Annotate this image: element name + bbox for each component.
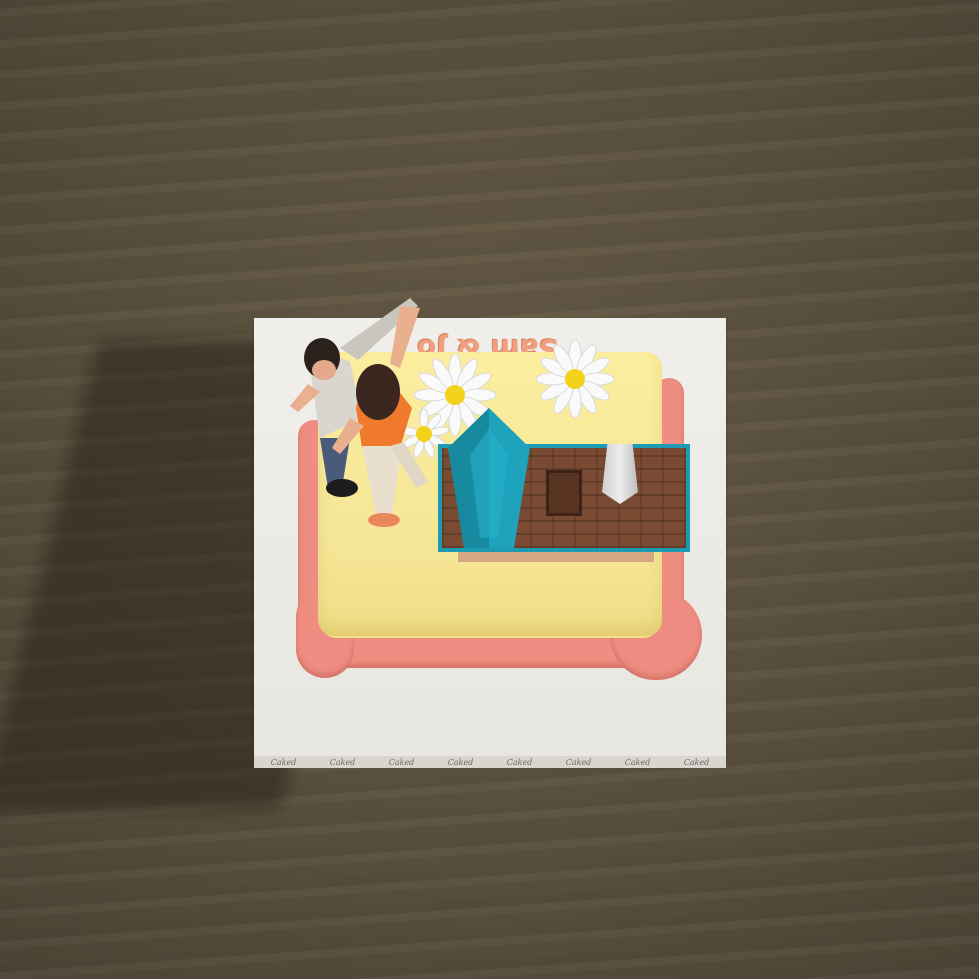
board-edge-brand: Caked [624, 757, 651, 767]
cake-board-edge: Caked Caked Caked Caked Caked Caked Cake… [254, 756, 726, 768]
board-edge-brand: Caked [506, 757, 533, 767]
house-chimney [546, 470, 582, 516]
board-edge-brand: Caked [388, 757, 415, 767]
couple-figurine-icon [290, 298, 428, 527]
board-edge-brand: Caked [683, 757, 710, 767]
board-edge-brand: Caked [447, 757, 474, 767]
board-edge-brand: Caked [565, 757, 592, 767]
board-edge-brand: Caked [270, 757, 297, 767]
daisy-icon [535, 339, 615, 419]
house-vent [602, 444, 638, 504]
board-edge-brand: Caked [329, 757, 356, 767]
house-dormer [448, 408, 530, 548]
